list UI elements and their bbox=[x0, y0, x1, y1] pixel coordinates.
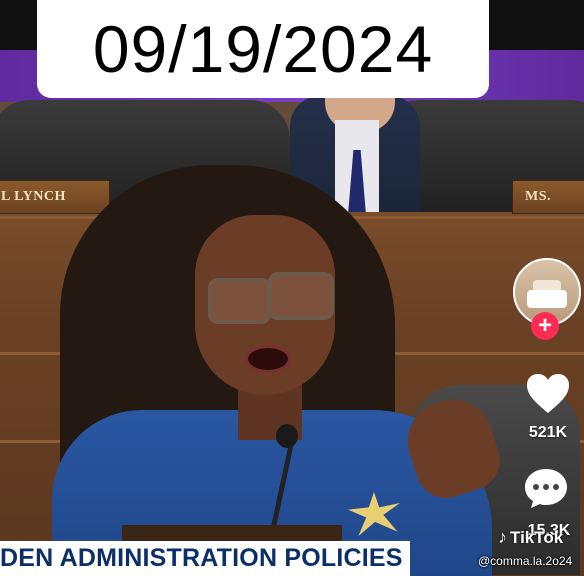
chyron-text: DEN ADMINISTRATION POLICIES bbox=[0, 544, 403, 572]
date-text: 09/19/2024 bbox=[92, 12, 434, 86]
date-overlay-card: 09/19/2024 bbox=[37, 0, 489, 98]
tiktok-note-icon: ♪ bbox=[498, 527, 507, 547]
glasses-lens-right bbox=[268, 272, 334, 320]
heart-icon[interactable] bbox=[525, 372, 571, 416]
nameplate-ms: MS. bbox=[512, 180, 584, 214]
nameplate-lynch: L LYNCH bbox=[0, 180, 110, 214]
like-count: 521K bbox=[528, 424, 568, 441]
tiktok-wordmark: TikTok bbox=[510, 527, 564, 547]
follow-plus-icon[interactable]: + bbox=[531, 312, 559, 340]
microphone-head bbox=[276, 424, 298, 448]
glasses-lens-left bbox=[208, 278, 271, 324]
news-chyron: DEN ADMINISTRATION POLICIES bbox=[0, 541, 410, 576]
tiktok-logo: ♪ TikTok bbox=[498, 527, 563, 548]
creator-handle: @comma.la.2o24 bbox=[478, 554, 573, 568]
speaker-mouth bbox=[245, 345, 291, 373]
avatar-bed bbox=[527, 290, 567, 308]
comment-icon[interactable] bbox=[523, 466, 569, 510]
